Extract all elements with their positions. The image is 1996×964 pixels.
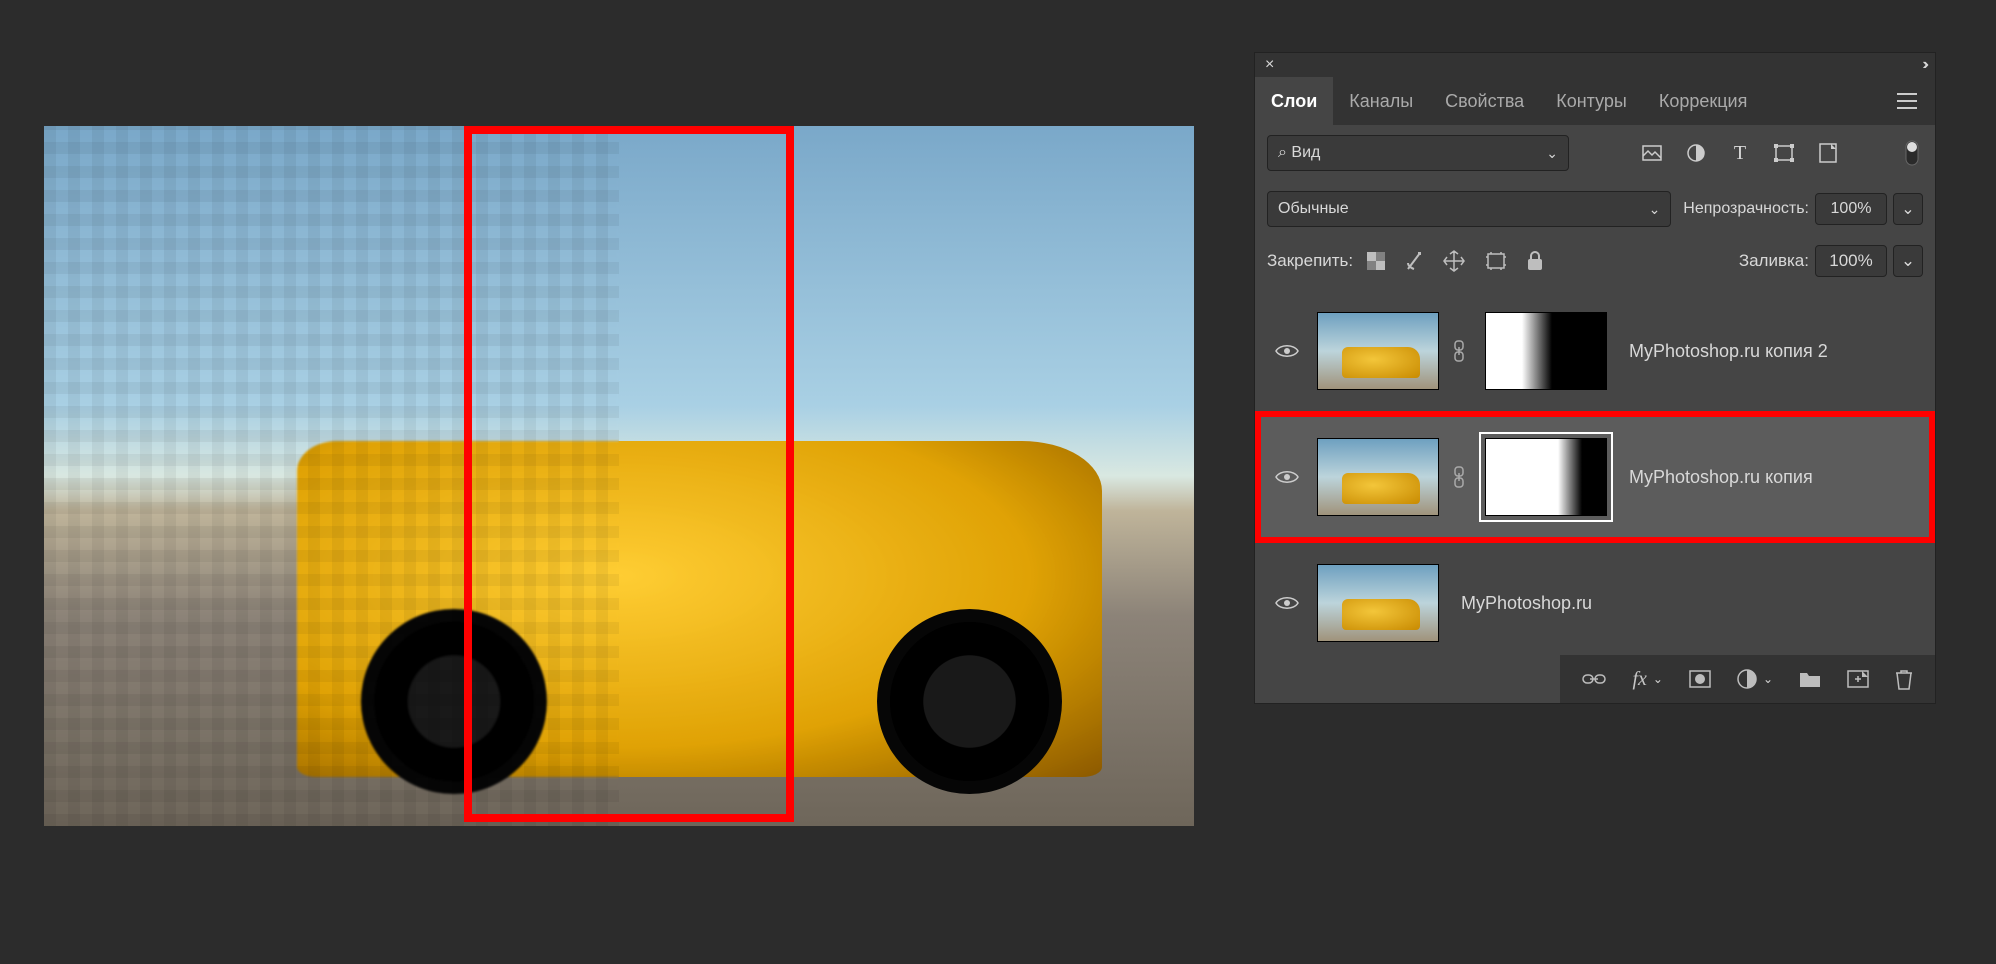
filter-adjustment-icon[interactable] [1685,142,1707,164]
search-icon: ⌕ [1278,144,1287,161]
panel-tabs: Слои Каналы Свойства Контуры Коррекция [1255,77,1935,125]
opacity-label: Непрозрачность: [1683,200,1809,218]
chevron-down-icon: ⌄ [1763,672,1773,686]
new-layer-icon[interactable] [1847,670,1869,688]
layers-panel: × ›› Слои Каналы Свойства Контуры Коррек… [1254,52,1936,704]
filter-shape-icon[interactable] [1773,142,1795,164]
filter-pixel-icon[interactable] [1641,142,1663,164]
tab-adjustments[interactable]: Коррекция [1643,77,1764,125]
filter-toggle-switch[interactable] [1901,142,1923,164]
layer-filter-icons: T [1641,142,1923,164]
opacity-input[interactable]: 100% [1815,193,1887,225]
lock-label: Закрепить: [1267,251,1353,271]
new-group-icon[interactable] [1799,670,1821,688]
collapse-icon[interactable]: ›› [1922,56,1925,74]
app-root: × ›› Слои Каналы Свойства Контуры Коррек… [0,0,1996,964]
layer-name[interactable]: MyPhotoshop.ru копия [1629,467,1813,488]
add-mask-icon[interactable] [1689,670,1711,688]
layer-row[interactable]: MyPhotoshop.ru копия [1255,411,1935,543]
layer-style-icon[interactable]: fx [1632,668,1646,691]
canvas-annotation-rect [464,126,794,822]
panel-title-bar[interactable]: × ›› [1255,53,1935,77]
delete-layer-icon[interactable] [1895,668,1913,690]
layer-thumbnail[interactable] [1317,438,1439,516]
panel-menu-icon[interactable] [1879,93,1935,109]
layer-thumbnail[interactable] [1317,312,1439,390]
layer-row[interactable]: MyPhotoshop.ru [1255,543,1935,663]
lock-position-icon[interactable] [1443,250,1465,272]
blend-mode-value: Обычные [1278,200,1349,218]
layer-name[interactable]: MyPhotoshop.ru копия 2 [1629,341,1828,362]
blend-row: Обычные ⌄ Непрозрачность: 100% ⌄ [1255,181,1935,237]
layer-row[interactable]: MyPhotoshop.ru копия 2 [1255,291,1935,411]
tab-layers[interactable]: Слои [1255,77,1333,125]
lock-all-icon[interactable] [1527,251,1543,271]
layer-filter-row: ⌕ Вид ⌄ T [1255,125,1935,181]
filter-type-icon[interactable]: T [1729,142,1751,164]
link-layers-icon[interactable] [1582,672,1606,686]
fill-input[interactable]: 100% [1815,245,1887,277]
canvas-area[interactable] [44,126,1194,826]
opacity-chevron[interactable]: ⌄ [1893,193,1923,225]
lock-pixels-icon[interactable] [1405,251,1423,271]
visibility-icon[interactable] [1275,343,1303,359]
fill-chevron[interactable]: ⌄ [1893,245,1923,277]
chevron-down-icon: ⌄ [1546,145,1558,162]
tab-paths[interactable]: Контуры [1540,77,1643,125]
layer-name[interactable]: MyPhotoshop.ru [1461,593,1592,614]
visibility-icon[interactable] [1275,595,1303,611]
lock-row: Закрепить: Заливка: 100% ⌄ [1255,237,1935,285]
layer-mask-thumbnail[interactable] [1485,438,1607,516]
layers-list: MyPhotoshop.ru копия 2 MyPhotoshop.ru ко… [1255,285,1935,703]
lock-transparency-icon[interactable] [1367,252,1385,270]
layer-mask-thumbnail[interactable] [1485,312,1607,390]
visibility-icon[interactable] [1275,469,1303,485]
mask-link-icon[interactable] [1453,466,1471,488]
layer-kind-label: Вид [1291,144,1320,161]
tab-channels[interactable]: Каналы [1333,77,1429,125]
close-icon[interactable]: × [1265,56,1274,74]
new-adjustment-icon[interactable] [1737,669,1757,689]
blend-mode-select[interactable]: Обычные ⌄ [1267,191,1671,227]
lock-artboard-icon[interactable] [1485,251,1507,271]
mask-link-icon[interactable] [1453,340,1471,362]
layer-thumbnail[interactable] [1317,564,1439,642]
filter-smartobject-icon[interactable] [1817,142,1839,164]
chevron-down-icon: ⌄ [1649,201,1661,218]
tab-properties[interactable]: Свойства [1429,77,1540,125]
chevron-down-icon: ⌄ [1653,672,1663,686]
layer-kind-select[interactable]: ⌕ Вид ⌄ [1267,135,1569,171]
fill-label: Заливка: [1739,251,1809,271]
layers-bottom-toolbar: fx ⌄ ⌄ [1560,655,1935,703]
